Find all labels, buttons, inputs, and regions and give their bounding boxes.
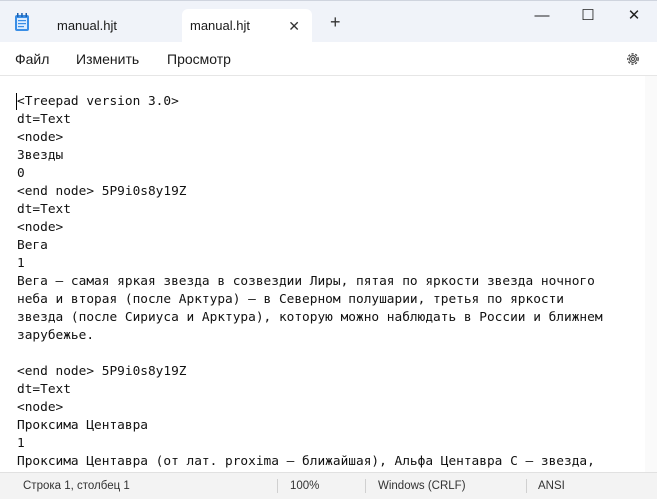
status-divider	[526, 479, 527, 493]
gear-icon[interactable]	[625, 51, 641, 67]
close-window-button[interactable]: ✕	[611, 1, 657, 33]
encoding[interactable]: ANSI	[538, 473, 565, 499]
menu-file[interactable]: Файл	[15, 42, 49, 76]
cursor-position: Строка 1, столбец 1	[23, 480, 130, 492]
tab-manual-active[interactable]: manual.hjt ✕	[182, 9, 312, 43]
tab-close-icon[interactable]: ✕	[288, 9, 300, 43]
tab-label: manual.hjt	[57, 18, 117, 33]
status-divider	[365, 479, 366, 493]
status-bar: Строка 1, столбец 1 100% Windows (CRLF) …	[0, 472, 657, 499]
text-editor[interactable]: <Treepad version 3.0> dt=Text <node> Зве…	[0, 76, 645, 472]
title-bar: manual.hjt manual.hjt ✕ + — ☐ ✕	[0, 0, 657, 43]
text-caret	[16, 93, 17, 110]
maximize-button[interactable]: ☐	[565, 1, 611, 33]
line-ending[interactable]: Windows (CRLF)	[378, 473, 466, 499]
tab-label: manual.hjt	[190, 18, 250, 33]
menu-edit[interactable]: Изменить	[76, 42, 139, 76]
menu-view[interactable]: Просмотр	[167, 42, 231, 76]
minimize-button[interactable]: —	[519, 1, 565, 33]
notepad-app-icon	[15, 13, 29, 31]
new-tab-button[interactable]: +	[330, 13, 341, 31]
zoom-level[interactable]: 100%	[290, 473, 319, 499]
tab-manual-inactive[interactable]: manual.hjt	[38, 9, 181, 43]
menu-bar: Файл Изменить Просмотр	[0, 42, 657, 76]
vertical-scrollbar[interactable]	[645, 76, 657, 472]
status-divider	[277, 479, 278, 493]
editor-content[interactable]: <Treepad version 3.0> dt=Text <node> Зве…	[17, 93, 603, 471]
